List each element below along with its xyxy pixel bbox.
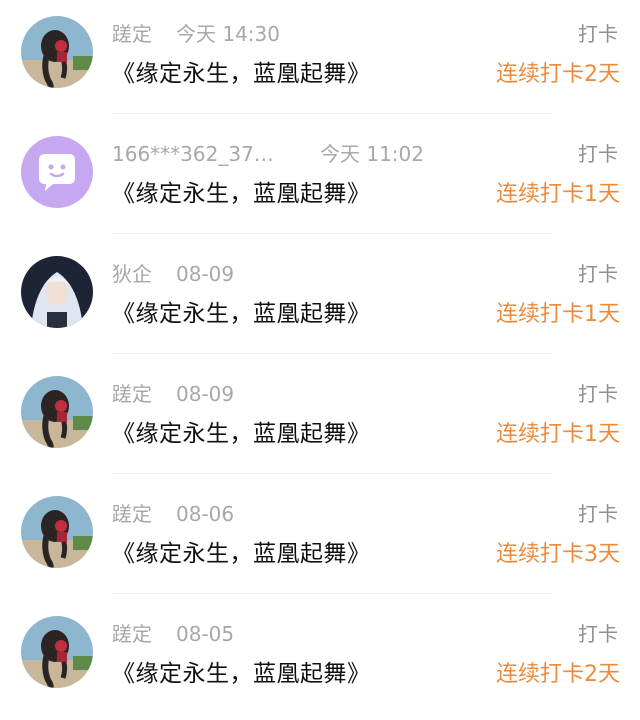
checkin-label: 打卡 (578, 382, 618, 406)
username[interactable]: 蹉定 (112, 620, 152, 648)
girl-braid-avatar-icon (21, 496, 93, 568)
checkin-label: 打卡 (578, 622, 618, 646)
avatar[interactable] (21, 376, 93, 448)
list-item[interactable]: 166***362_37… 今天 11:02 《缘定永生，蓝凰起舞》 打卡 连续… (0, 120, 640, 240)
timestamp: 今天 14:30 (176, 22, 280, 46)
avatar[interactable] (21, 16, 93, 88)
username[interactable]: 蹉定 (112, 20, 152, 48)
streak-badge: 连续打卡1天 (496, 302, 620, 327)
timestamp: 08-06 (176, 502, 235, 526)
username[interactable]: 蹉定 (112, 380, 152, 408)
checkin-label: 打卡 (578, 262, 618, 286)
timestamp: 08-05 (176, 622, 235, 646)
book-title[interactable]: 《缘定永生，蓝凰起舞》 (112, 656, 371, 692)
username[interactable]: 蹉定 (112, 500, 152, 528)
timestamp: 今天 11:02 (320, 142, 424, 166)
timestamp: 08-09 (176, 382, 235, 406)
list-item[interactable]: 蹉定 08-05 《缘定永生，蓝凰起舞》 打卡 连续打卡2天 (0, 600, 640, 720)
list-item[interactable]: 蹉定 今天 14:30 《缘定永生，蓝凰起舞》 打卡 连续打卡2天 (0, 0, 640, 120)
divider (112, 473, 550, 474)
checkin-label: 打卡 (578, 502, 618, 526)
avatar[interactable] (21, 616, 93, 688)
divider (112, 233, 550, 234)
streak-badge: 连续打卡3天 (496, 542, 620, 567)
avatar[interactable] (21, 496, 93, 568)
book-title[interactable]: 《缘定永生，蓝凰起舞》 (112, 176, 371, 212)
book-title[interactable]: 《缘定永生，蓝凰起舞》 (112, 536, 371, 572)
streak-badge: 连续打卡1天 (496, 422, 620, 447)
book-title[interactable]: 《缘定永生，蓝凰起舞》 (112, 296, 371, 332)
streak-badge: 连续打卡2天 (496, 62, 620, 87)
checkin-list: 蹉定 今天 14:30 《缘定永生，蓝凰起舞》 打卡 连续打卡2天 166***… (0, 0, 640, 704)
streak-badge: 连续打卡2天 (496, 662, 620, 687)
avatar[interactable] (21, 136, 93, 208)
girl-braid-avatar-icon (21, 16, 93, 88)
divider (112, 113, 550, 114)
book-title[interactable]: 《缘定永生，蓝凰起舞》 (112, 416, 371, 452)
checkin-label: 打卡 (578, 22, 618, 46)
divider (112, 593, 550, 594)
girl-braid-avatar-icon (21, 376, 93, 448)
girl-braid-avatar-icon (21, 616, 93, 688)
list-item[interactable]: 蹉定 08-09 《缘定永生，蓝凰起舞》 打卡 连续打卡1天 (0, 360, 640, 480)
white-hair-character-avatar-icon (21, 256, 93, 328)
chat-bubble-icon (21, 136, 93, 208)
checkin-label: 打卡 (578, 142, 618, 166)
timestamp: 08-09 (176, 262, 235, 286)
username[interactable]: 狄企 (112, 260, 152, 288)
list-item[interactable]: 蹉定 08-06 《缘定永生，蓝凰起舞》 打卡 连续打卡3天 (0, 480, 640, 600)
username[interactable]: 166***362_37… (112, 140, 274, 168)
divider (112, 353, 550, 354)
book-title[interactable]: 《缘定永生，蓝凰起舞》 (112, 56, 371, 92)
avatar[interactable] (21, 256, 93, 328)
list-item[interactable]: 狄企 08-09 《缘定永生，蓝凰起舞》 打卡 连续打卡1天 (0, 240, 640, 360)
streak-badge: 连续打卡1天 (496, 182, 620, 207)
